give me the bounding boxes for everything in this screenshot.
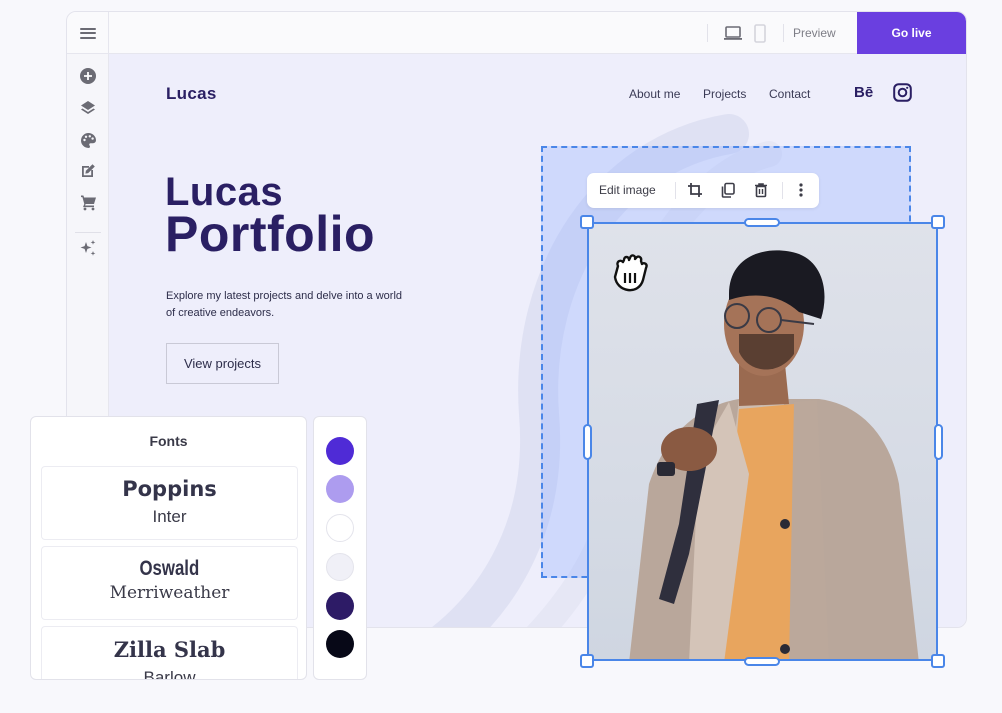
color-swatch[interactable]	[326, 630, 354, 658]
sidebar-item-store[interactable]	[78, 192, 98, 212]
toolbar-divider	[782, 182, 783, 199]
resize-handle-bottom-right[interactable]	[931, 654, 945, 668]
sidebar-item-ai[interactable]	[78, 238, 98, 258]
crop-button[interactable]	[686, 181, 704, 199]
font-pair-option[interactable]: Zilla Slab Barlow	[41, 626, 298, 680]
color-swatch[interactable]	[326, 437, 354, 465]
hero-description: Explore my latest projects and delve int…	[166, 290, 403, 319]
font-pair-body: Barlow	[143, 668, 196, 680]
resize-handle-right[interactable]	[934, 424, 943, 460]
stage: Preview Go live Lucas About me Projects …	[0, 0, 1002, 713]
palette-icon	[80, 132, 96, 148]
duplicate-icon	[721, 182, 735, 198]
color-palette-panel	[313, 416, 367, 680]
font-pair-heading: Oswald	[139, 557, 200, 580]
preview-button[interactable]: Preview	[793, 12, 836, 54]
hamburger-menu-icon	[79, 27, 96, 39]
hero-title: Lucas Portfolio	[165, 171, 376, 262]
font-pair-heading: Zilla Slab	[113, 637, 226, 662]
sidebar-divider	[75, 232, 101, 233]
nav-link-projects[interactable]: Projects	[703, 87, 746, 101]
font-pair-heading: Poppins	[122, 477, 217, 501]
plus-circle-icon	[80, 68, 96, 84]
fonts-panel: Fonts Poppins Inter Oswald Merriweather …	[30, 416, 307, 680]
image-toolbar: Edit image	[587, 173, 819, 208]
resize-handle-bottom[interactable]	[744, 657, 780, 666]
sidebar-item-edit[interactable]	[78, 161, 98, 181]
cart-icon	[80, 195, 96, 210]
site-logo[interactable]: Lucas	[166, 84, 217, 104]
more-icon	[799, 183, 803, 197]
font-pair-option[interactable]: Oswald Merriweather	[41, 546, 298, 620]
more-options-button[interactable]	[792, 181, 810, 199]
color-swatch[interactable]	[326, 475, 354, 503]
edit-icon	[82, 164, 95, 177]
resize-handle-top-right[interactable]	[931, 215, 945, 229]
layers-icon	[81, 101, 95, 114]
resize-handle-left[interactable]	[583, 424, 592, 460]
nav-link-about[interactable]: About me	[629, 87, 680, 101]
sparkles-icon	[80, 240, 96, 256]
color-swatch[interactable]	[326, 514, 354, 542]
toolbar-divider	[675, 182, 676, 199]
color-swatch[interactable]	[326, 553, 354, 581]
duplicate-button[interactable]	[719, 181, 737, 199]
sidebar-item-theme[interactable]	[78, 130, 98, 150]
grab-cursor-icon	[613, 254, 648, 292]
mobile-view-button[interactable]	[753, 24, 767, 49]
sidebar-item-layers[interactable]	[78, 98, 98, 118]
resize-handle-bottom-left[interactable]	[580, 654, 594, 668]
topbar-divider	[783, 24, 784, 42]
fonts-panel-title: Fonts	[149, 433, 188, 449]
laptop-icon	[724, 26, 742, 40]
delete-button[interactable]	[752, 181, 770, 199]
resize-handle-top-left[interactable]	[580, 215, 594, 229]
instagram-link[interactable]	[893, 83, 912, 107]
behance-icon[interactable]: Bē	[854, 84, 873, 101]
resize-handle-top[interactable]	[744, 218, 780, 227]
topbar-divider	[707, 24, 708, 42]
crop-icon	[688, 183, 702, 197]
instagram-icon	[893, 83, 912, 102]
font-pair-body: Merriweather	[109, 583, 230, 603]
font-pair-body: Inter	[152, 507, 187, 526]
font-pair-option[interactable]: Poppins Inter	[41, 466, 298, 540]
mobile-icon	[754, 24, 766, 43]
view-projects-button[interactable]: View projects	[166, 343, 279, 384]
color-swatch[interactable]	[326, 592, 354, 620]
editor-topbar: Preview Go live	[67, 12, 966, 54]
delete-icon	[755, 183, 767, 198]
desktop-view-button[interactable]	[723, 24, 743, 47]
menu-button[interactable]	[67, 12, 109, 54]
sidebar-item-add[interactable]	[78, 66, 98, 86]
hero-title-line2: Portfolio	[165, 206, 376, 262]
edit-image-button[interactable]: Edit image	[599, 173, 656, 208]
nav-link-contact[interactable]: Contact	[769, 87, 810, 101]
go-live-button[interactable]: Go live	[857, 12, 966, 54]
